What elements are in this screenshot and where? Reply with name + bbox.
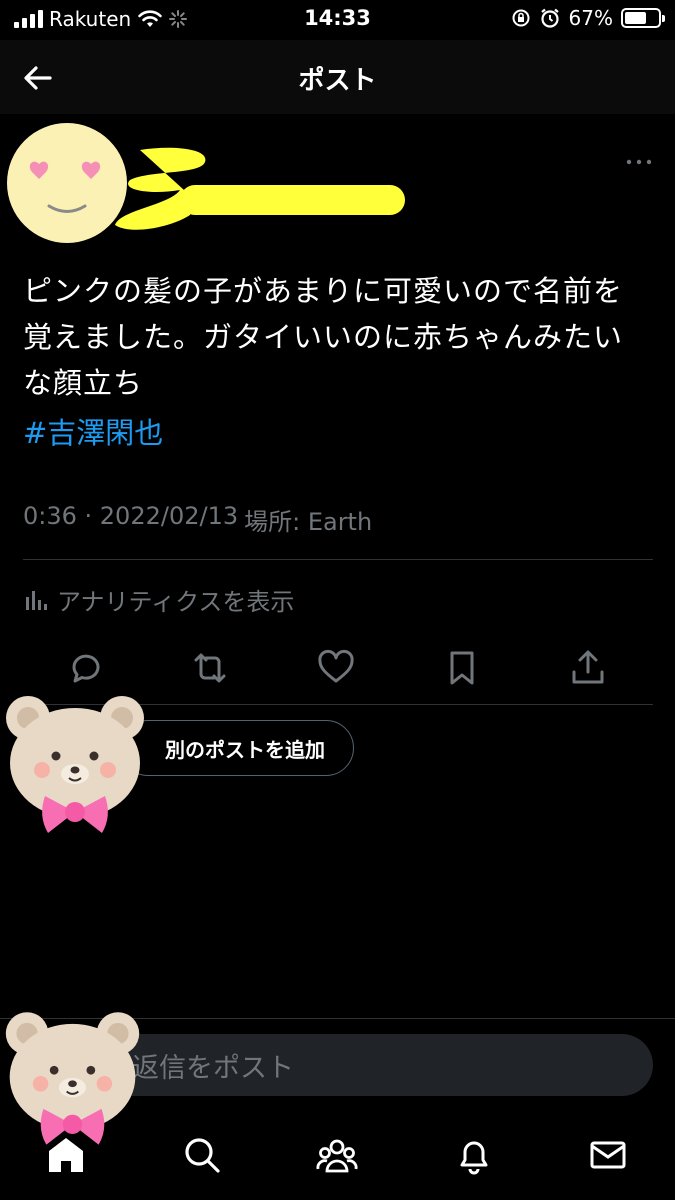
alarm-icon [540, 8, 559, 28]
bear-sticker [6, 696, 144, 833]
bookmark-icon[interactable] [440, 646, 484, 690]
battery-fill [625, 12, 647, 24]
battery-icon [621, 8, 665, 28]
post-location[interactable]: 場所: Earth [244, 502, 372, 537]
like-icon[interactable] [314, 646, 358, 690]
repost-icon[interactable] [188, 646, 232, 690]
status-bar: Rakuten 14:33 67% [0, 0, 675, 40]
name-redaction-scribble [115, 147, 405, 230]
post-text-line: ピンクの髪の子があまりに可愛いので名前を [23, 274, 624, 308]
add-another-post-button[interactable]: 別のポストを追加 [120, 720, 354, 776]
header: ポスト [0, 40, 675, 114]
analytics-link[interactable]: アナリティクスを表示 [23, 582, 294, 617]
post-meta: 0:36 · 2022/02/13 場所: Earth [23, 502, 372, 537]
communities-icon[interactable] [315, 1133, 359, 1177]
messages-icon[interactable] [586, 1133, 630, 1177]
divider [23, 559, 653, 560]
post-text-line: な顔立ち [23, 366, 144, 400]
analytics-label: アナリティクスを表示 [57, 588, 295, 616]
search-icon[interactable] [180, 1133, 224, 1177]
status-right: 67% [511, 6, 665, 30]
more-options-icon[interactable] [622, 152, 656, 172]
hashtag-link[interactable]: #吉澤閑也 [23, 410, 163, 456]
reply-icon[interactable] [64, 646, 108, 690]
notifications-icon[interactable] [452, 1133, 496, 1177]
page-title: ポスト [298, 66, 377, 96]
orientation-lock-icon [512, 9, 530, 27]
bear-sticker [5, 1012, 140, 1145]
bar-chart-icon [26, 590, 47, 610]
post-text-line: 覚えました。ガタイいいのに赤ちゃんみたい [23, 320, 624, 354]
share-icon[interactable] [566, 646, 610, 690]
post-body: ピンクの髪の子があまりに可愛いので名前を 覚えました。ガタイいいのに赤ちゃんみた… [23, 268, 653, 406]
post-timestamp: 0:36 · 2022/02/13 [23, 502, 239, 530]
battery-percent: 67% [568, 6, 613, 30]
